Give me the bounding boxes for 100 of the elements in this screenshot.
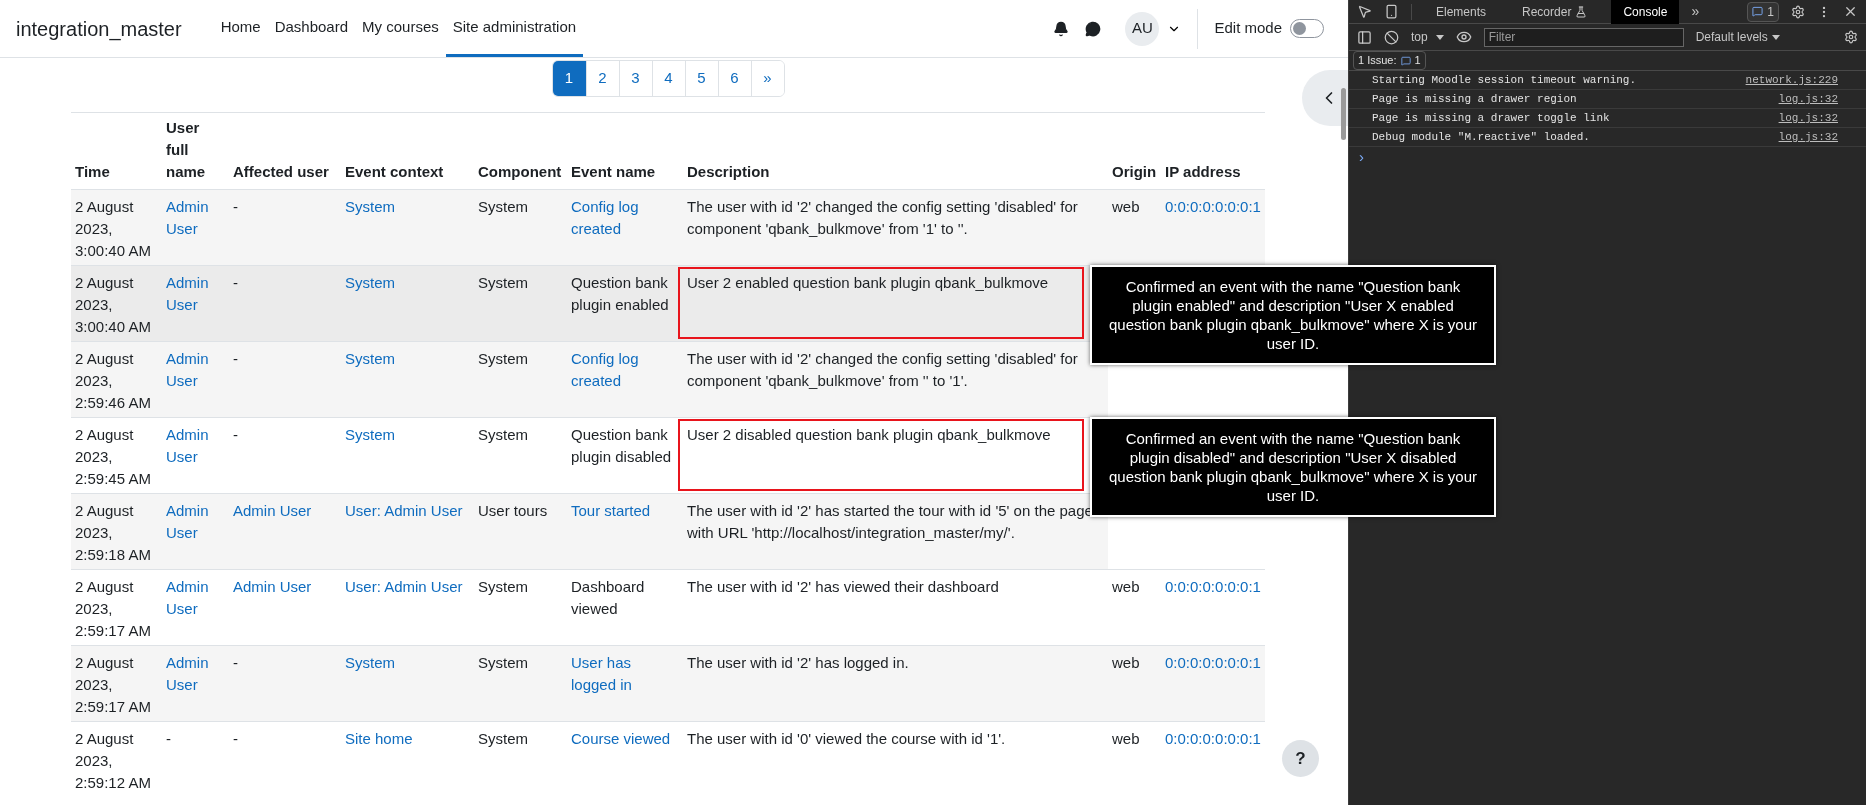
console-prompt[interactable]: ›	[1349, 147, 1866, 167]
context-dropdown[interactable]: top	[1411, 28, 1444, 46]
table-link[interactable]: 0:0:0:0:0:0:0:1	[1165, 196, 1261, 218]
table-link[interactable]: System	[345, 652, 470, 674]
table-cell-text: web	[1112, 197, 1141, 217]
table-link[interactable]: 0:0:0:0:0:0:0:1	[1165, 652, 1261, 674]
table-link[interactable]: System	[345, 424, 470, 446]
eye-icon[interactable]	[1455, 29, 1472, 45]
table-cell-text: The user with id '2' changed the config setting 'disabled' for component 'qbank_bulkmove' from '1' to ''.	[687, 197, 1079, 239]
table-link[interactable]: Admin User	[166, 272, 225, 316]
source-link[interactable]: log.js:32	[1778, 128, 1838, 146]
site-brand[interactable]: integration_master	[16, 13, 182, 44]
devtools-tab[interactable]: Console	[1611, 0, 1680, 24]
table-cell-text: 2 August 2023, 2:59:45 AM	[75, 425, 152, 489]
table-link[interactable]: System	[345, 272, 470, 294]
table-link[interactable]: Course viewed	[571, 728, 679, 750]
table-cell-text: System	[478, 197, 529, 217]
table-link[interactable]: System	[345, 196, 470, 218]
settings-icon[interactable]	[1844, 30, 1858, 44]
flask-icon	[1575, 5, 1588, 18]
table-cell-text: The user with id '2' has viewed their dashboard	[687, 577, 1000, 597]
nav-link[interactable]: My courses	[355, 0, 446, 57]
issues-counter[interactable]: 1	[1747, 1, 1779, 22]
table-cell-text: 2 August 2023, 2:59:12 AM	[75, 729, 152, 793]
chat-icon[interactable]	[1085, 20, 1102, 37]
issues-badge[interactable]: 1 Issue: 1	[1353, 51, 1426, 70]
table-link[interactable]: Admin User	[166, 652, 225, 696]
table-link[interactable]: Config log created	[571, 196, 679, 240]
table-cell-text: -	[233, 425, 239, 445]
settings-icon[interactable]	[1791, 4, 1805, 19]
table-link[interactable]: Admin User	[166, 500, 225, 544]
column-header: Event context	[345, 162, 445, 182]
page-link[interactable]: 1	[552, 61, 586, 96]
table-link[interactable]: Config log created	[571, 348, 679, 392]
devtools-tab[interactable]: Recorder	[1510, 0, 1600, 24]
device-toolbar-icon[interactable]	[1384, 4, 1399, 19]
inspect-icon[interactable]	[1357, 4, 1372, 19]
help-button[interactable]: ?	[1282, 740, 1319, 777]
console-message: Debug module "M.reactive" loaded.	[1372, 129, 1590, 145]
column-header: Description	[687, 162, 771, 182]
devtools-tab[interactable]: Elements	[1424, 0, 1499, 24]
table-link[interactable]: 0:0:0:0:0:0:0:1	[1165, 728, 1261, 750]
table-link[interactable]: System	[345, 348, 470, 370]
table-cell-text: System	[478, 273, 529, 293]
page-link[interactable]: »	[750, 61, 784, 96]
edit-mode-label: Edit mode	[1214, 18, 1282, 39]
scrollbar-thumb[interactable]	[1341, 88, 1346, 140]
edit-mode-toggle[interactable]	[1290, 19, 1324, 38]
more-tabs-icon[interactable]: »	[1691, 1, 1700, 22]
table-cell-text: 2 August 2023, 2:59:17 AM	[75, 653, 152, 717]
table-cell-text: web	[1112, 577, 1141, 597]
table-cell-text: System	[478, 729, 529, 749]
table-link[interactable]: Admin User	[166, 348, 225, 392]
table-link[interactable]: User has logged in	[571, 652, 679, 696]
column-header: IP address	[1165, 162, 1242, 182]
nav-link[interactable]: Dashboard	[267, 0, 356, 57]
table-link[interactable]: Admin User	[233, 500, 337, 522]
user-avatar[interactable]: AU	[1125, 11, 1160, 46]
table-cell-text: -	[233, 653, 239, 673]
sidebar-icon[interactable]	[1357, 29, 1372, 45]
source-link[interactable]: network.js:229	[1745, 71, 1838, 89]
filter-field[interactable]: Filter	[1483, 27, 1684, 47]
table-cell-text: web	[1112, 729, 1141, 749]
table-cell-text: System	[478, 425, 529, 445]
table-link[interactable]: 0:0:0:0:0:0:0:1	[1165, 576, 1261, 598]
table-cell-text: -	[233, 349, 239, 369]
table-link[interactable]: Admin User	[166, 576, 225, 620]
console-message: Page is missing a drawer region	[1372, 91, 1577, 107]
table-link[interactable]: Admin User	[233, 576, 337, 598]
table-link[interactable]: Tour started	[571, 500, 679, 522]
table-cell-text: User tours	[478, 501, 549, 521]
column-header: User full name	[166, 118, 207, 182]
table-cell-text: 2 August 2023, 2:59:46 AM	[75, 349, 152, 413]
callout-note: Confirmed an event with the name "Question bank plugin disabled" and description "User X disabled question bank plugin qbank_bulkmove" where X is your user ID.	[1090, 417, 1496, 517]
console-message: Starting Moodle session timeout warning.	[1372, 72, 1637, 88]
drawer-toggle[interactable]	[1302, 70, 1348, 126]
message-icon	[1400, 55, 1411, 66]
console-message: Page is missing a drawer toggle link	[1372, 110, 1610, 126]
table-link[interactable]: User: Admin User	[345, 576, 470, 598]
table-cell-text: The user with id '2' has logged in.	[687, 653, 910, 673]
table-cell-text: -	[233, 197, 239, 217]
levels-dropdown[interactable]: Default levels	[1695, 28, 1780, 46]
source-link[interactable]: log.js:32	[1778, 109, 1838, 127]
table-link[interactable]: Site home	[345, 728, 470, 750]
table-link[interactable]: User: Admin User	[345, 500, 470, 522]
nav-link[interactable]: Home	[213, 0, 268, 57]
table-cell-text: -	[233, 729, 239, 749]
table-cell-text: The user with id '2' changed the config setting 'disabled' for component 'qbank_bulkmove' from '' to '1'.	[687, 349, 1079, 391]
clear-icon[interactable]	[1384, 29, 1399, 45]
close-icon[interactable]	[1843, 4, 1858, 19]
table-link[interactable]: Admin User	[166, 196, 225, 240]
nav-link[interactable]: Site administration	[445, 0, 584, 57]
table-cell-text: 2 August 2023, 3:00:40 AM	[75, 197, 152, 261]
table-link[interactable]: Admin User	[166, 424, 225, 468]
callout-note: Confirmed an event with the name "Question bank plugin enabled" and description "User X enabled question bank plugin qbank_bulkmove" where X is your user ID.	[1090, 265, 1496, 365]
table-cell-text: Dashboard viewed	[571, 577, 646, 619]
table-cell-text: The user with id '0' viewed the course with id '1'.	[687, 729, 1007, 749]
table-cell-text: System	[478, 653, 529, 673]
source-link[interactable]: log.js:32	[1778, 90, 1838, 108]
bell-icon[interactable]	[1053, 20, 1070, 37]
